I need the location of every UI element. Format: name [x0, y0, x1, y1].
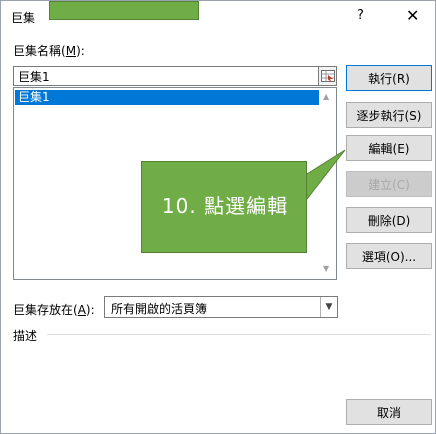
macro-dialog: 巨集 ? ✕ 巨集名稱(M): 巨集1 巨集1 ▲ ▼ 執行(R) 逐步執行(S… [0, 0, 436, 434]
title-bar: 巨集 ? ✕ [1, 1, 435, 31]
dialog-title: 巨集 [11, 11, 36, 25]
description-divider [47, 334, 431, 335]
list-scrollbar[interactable]: ▲ ▼ [319, 88, 336, 279]
step-into-button[interactable]: 逐步執行(S) [346, 102, 432, 128]
scroll-up-icon[interactable]: ▲ [323, 92, 329, 101]
close-button[interactable]: ✕ [406, 6, 419, 25]
title-highlight-box [49, 1, 199, 20]
create-button: 建立(C) [346, 171, 432, 197]
list-item[interactable]: 巨集1 [15, 90, 319, 105]
macro-name-input[interactable]: 巨集1 [13, 66, 319, 86]
help-button[interactable]: ? [357, 8, 364, 23]
chevron-down-icon[interactable]: ▼ [320, 297, 337, 317]
description-label: 描述 [13, 329, 38, 343]
run-button[interactable]: 執行(R) [346, 65, 432, 91]
instruction-callout: 10. 點選編輯 [141, 161, 307, 253]
range-select-button[interactable] [319, 66, 337, 86]
edit-button[interactable]: 編輯(E) [346, 135, 432, 161]
callout-text: 10. 點選編輯 [161, 194, 289, 218]
scroll-down-icon[interactable]: ▼ [323, 264, 329, 273]
macros-in-select[interactable]: 所有開啟的活頁簿 [104, 296, 338, 318]
macros-in-label: 巨集存放在(A): [13, 303, 95, 317]
delete-button[interactable]: 刪除(D) [346, 207, 432, 233]
range-select-icon [320, 70, 335, 82]
cancel-button[interactable]: 取消 [346, 399, 432, 425]
options-button[interactable]: 選項(O)... [346, 243, 432, 269]
macro-name-label: 巨集名稱(M): [13, 44, 85, 58]
